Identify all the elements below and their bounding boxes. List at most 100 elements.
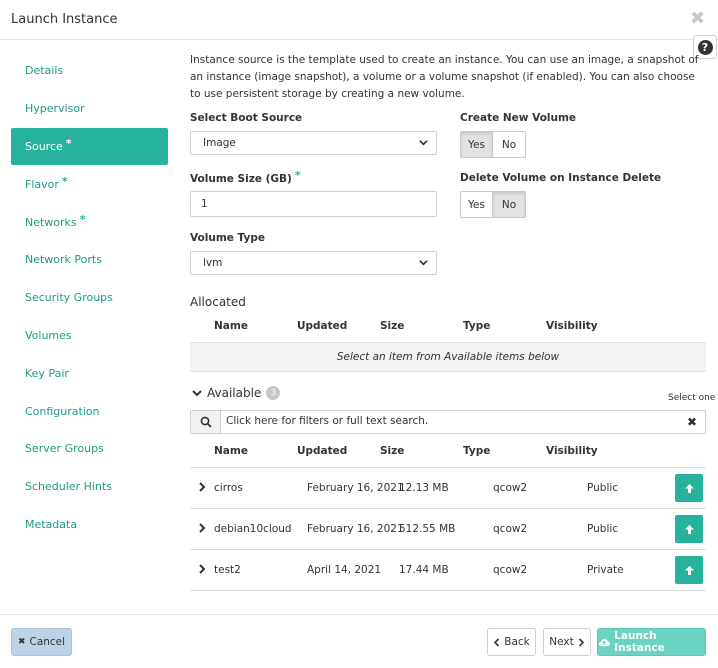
modal-header: Launch Instance ✖ [0,0,718,40]
create-volume-label: Create New Volume [460,112,577,124]
back-label: Back [504,636,530,648]
row-updated: February 16, 2021 [307,482,404,494]
delete-volume-yes-button[interactable]: Yes [460,191,493,218]
delete-volume-toggle: Yes No [460,191,526,218]
clear-icon[interactable]: ✖ [687,415,697,429]
available-toggle[interactable]: Available 3 [192,386,281,400]
volume-type-label: Volume Type [190,232,265,244]
sidebar-item-label: Source [25,139,63,153]
chevron-down-icon [419,260,428,266]
row-name: test2 [214,564,241,576]
boot-source-label: Select Boot Source [190,112,303,124]
allocated-col-visibility: Visibility [546,320,598,332]
sidebar-item-flavor[interactable]: Flavor * [11,165,168,203]
search-input[interactable] [226,415,666,427]
allocate-button[interactable] [675,556,703,584]
row-name: debian10cloud [214,523,292,535]
launch-label: Launch Instance [614,630,665,654]
sidebar-item-networks[interactable]: Networks * [11,203,168,241]
allocated-col-size: Size [380,320,405,332]
sidebar-item-security-groups[interactable]: Security Groups [11,279,168,317]
allocated-empty-message: Select an item from Available items belo… [190,342,706,372]
required-marker: * [79,212,86,226]
volume-type-value: lvm [203,257,223,269]
row-name: cirros [214,482,243,494]
sidebar-item-label: Networks [25,215,77,229]
row-visibility: Public [587,523,619,535]
close-icon[interactable]: ✖ [690,8,705,29]
volume-type-select[interactable]: lvm [190,251,437,275]
row-size: 17.44 MB [399,564,449,576]
arrow-up-icon [684,524,694,534]
allocated-title: Allocated [190,295,246,309]
select-one-hint: Select one [668,393,716,403]
cancel-label: Cancel [29,636,66,648]
volume-size-label-text: Volume Size (GB) [190,173,292,185]
allocate-button[interactable] [675,515,703,543]
delete-volume-no-button[interactable]: No [493,191,526,218]
chevron-down-icon [419,140,428,146]
modal-title: Launch Instance [11,12,118,27]
next-label: Next [549,636,574,648]
sidebar-item-label: Network Ports [25,253,102,267]
sidebar-item-key-pair[interactable]: Key Pair [11,354,168,392]
sidebar-item-details[interactable]: Details [11,52,168,90]
allocate-button[interactable] [675,474,703,502]
allocated-col-updated: Updated [297,320,348,332]
back-button[interactable]: Back [487,628,536,656]
arrow-up-icon [684,483,694,493]
sidebar-item-label: Flavor [25,177,59,191]
search-icon[interactable] [191,411,221,433]
table-row: test2 April 14, 2021 17.44 MB qcow2 Private [190,549,706,590]
row-visibility: Public [587,482,619,494]
filter-bar: ✖ [190,410,706,434]
sidebar-item-source[interactable]: Source * [11,127,168,166]
volume-size-input[interactable]: 1 [190,191,437,217]
available-col-updated: Updated [297,445,348,457]
next-button[interactable]: Next [543,628,591,656]
sidebar-item-server-groups[interactable]: Server Groups [11,430,168,468]
chevron-right-icon [578,637,584,647]
available-count-badge: 3 [266,386,281,400]
row-updated: February 16, 2021 [307,523,404,535]
create-volume-yes-button[interactable]: Yes [460,131,493,158]
required-marker: * [294,169,301,182]
available-col-size: Size [380,445,405,457]
sidebar-item-label: Configuration [25,404,100,418]
chevron-right-icon[interactable] [197,522,207,534]
sidebar-item-hypervisor[interactable]: Hypervisor [11,90,168,128]
available-col-visibility: Visibility [546,445,598,457]
volume-size-value: 1 [201,198,208,210]
row-updated: April 14, 2021 [307,564,382,576]
table-row: debian10cloud February 16, 2021 512.55 MB q… [190,508,706,549]
sidebar-item-scheduler-hints[interactable]: Scheduler Hints [11,468,168,506]
sidebar-item-label: Details [25,64,64,78]
sidebar-item-configuration[interactable]: Configuration [11,392,168,430]
sidebar-item-metadata[interactable]: Metadata [11,506,168,544]
table-row: cirros February 16, 2021 12.13 MB qcow2 Publ… [190,467,706,508]
row-size: 512.55 MB [399,523,456,535]
chevron-down-icon [192,390,202,397]
chevron-right-icon[interactable] [197,563,207,575]
create-volume-toggle: Yes No [460,131,526,158]
source-description: Instance source is the template used to … [190,54,699,100]
row-type: qcow2 [493,564,528,576]
required-marker: * [65,136,72,150]
sidebar-item-label: Server Groups [25,442,104,456]
row-visibility: Private [587,564,624,576]
create-volume-no-button[interactable]: No [493,131,526,158]
cancel-button[interactable]: ✖ Cancel [11,628,72,656]
chevron-right-icon[interactable] [197,481,207,493]
sidebar-item-network-ports[interactable]: Network Ports [11,241,168,279]
sidebar-item-label: Volumes [25,328,72,342]
wizard-nav: Details Hypervisor Source * Flavor * Networks *… [11,52,168,543]
boot-source-select[interactable]: Image [190,131,437,155]
row-type: qcow2 [493,523,528,535]
sidebar-item-label: Key Pair [25,366,69,380]
sidebar-item-volumes[interactable]: Volumes [11,317,168,355]
launch-instance-button[interactable]: Launch Instance [597,628,706,656]
allocated-col-name: Name [214,320,248,332]
available-col-type: Type [463,445,491,457]
available-title: Available [207,386,262,400]
sidebar-item-label: Security Groups [25,291,113,305]
